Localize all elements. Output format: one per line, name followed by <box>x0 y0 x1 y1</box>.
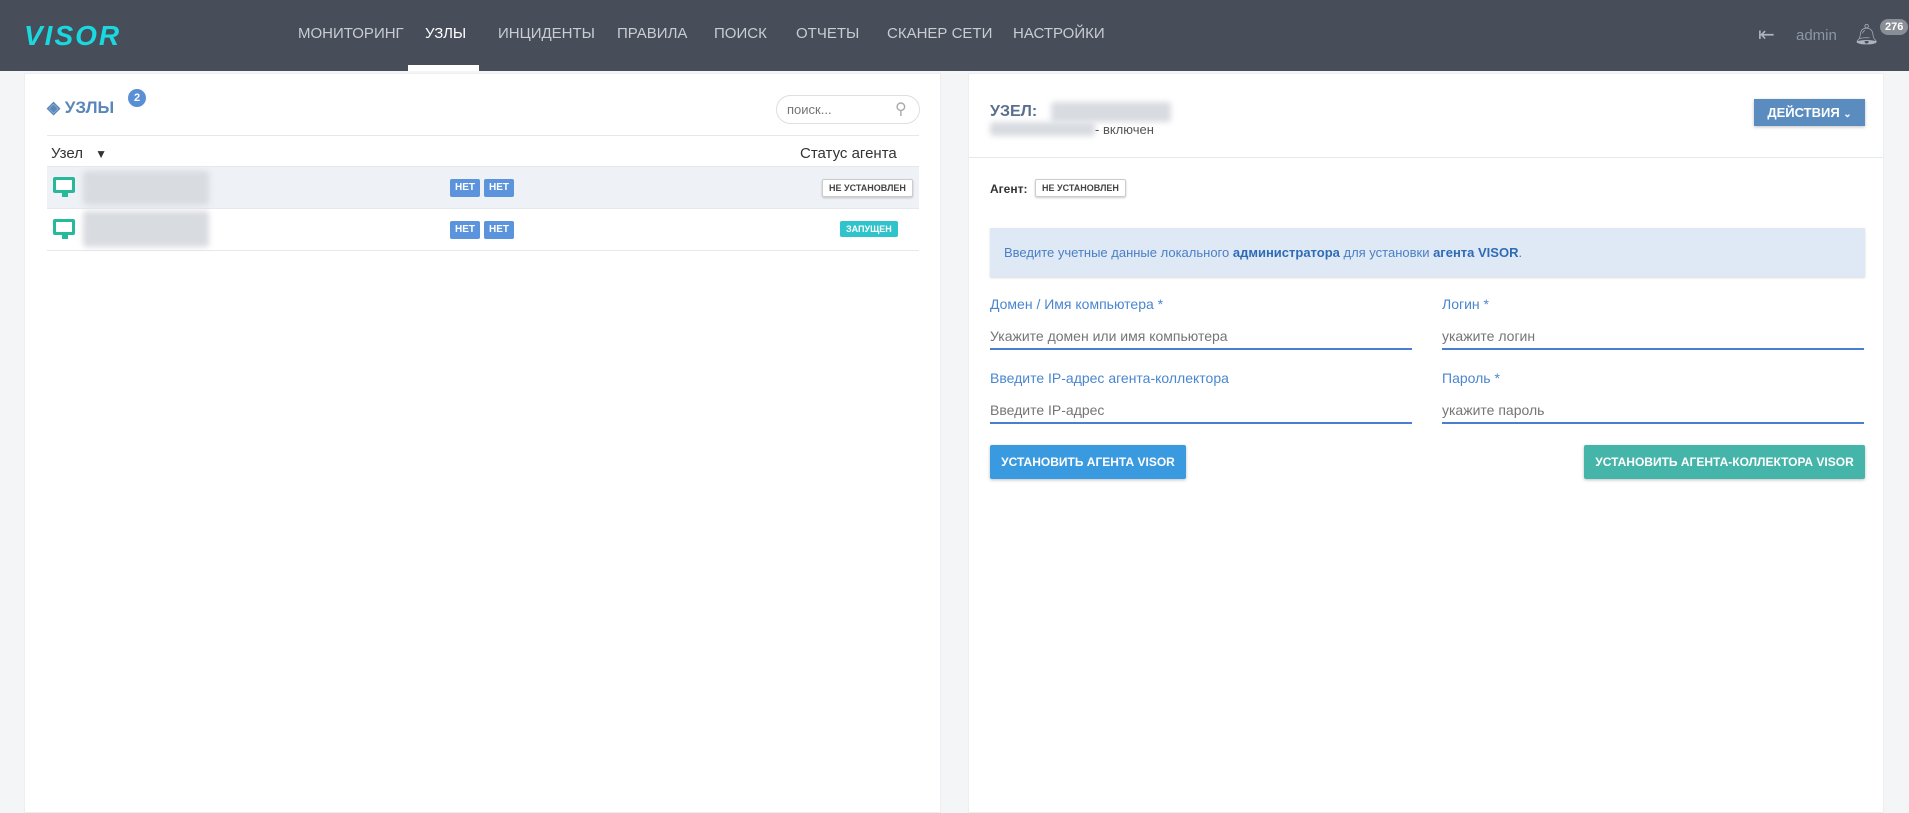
notification-count: 276 <box>1880 19 1909 35</box>
divider <box>969 157 1883 158</box>
flag-badge: НЕТ <box>484 179 514 197</box>
nodes-count-badge: 2 <box>128 89 146 107</box>
bell-icon[interactable]: 🔔︎ <box>1854 22 1879 47</box>
actions-dropdown[interactable]: ДЕЙСТВИЯ ⌄ <box>1754 99 1865 126</box>
filter-icon[interactable]: ▼ <box>95 147 107 161</box>
agent-status-badge: ЗАПУЩЕН <box>840 221 898 237</box>
nav-reports[interactable]: ОТЧЕТЫ <box>796 25 859 42</box>
nodes-panel: ◈ УЗЛЫ 2 ⚲ Узел ▼ Статус агента НЕТ НЕТ … <box>24 73 941 813</box>
node-name-redacted <box>83 171 209 205</box>
user-name[interactable]: admin <box>1796 27 1837 44</box>
agent-status-badge: НЕ УСТАНОВЛЕН <box>822 179 913 197</box>
column-header-node: Узел ▼ <box>51 145 108 162</box>
nav-search[interactable]: ПОИСК <box>714 25 767 42</box>
node-detail-panel: УЗЕЛ: - включен ДЕЙСТВИЯ ⌄ Агент: НЕ УСТ… <box>968 73 1884 813</box>
column-header-agent-status: Статус агента <box>800 145 897 162</box>
computer-icon <box>53 177 75 197</box>
flag-badge: НЕТ <box>450 179 480 197</box>
nodes-title: ◈ УЗЛЫ <box>47 98 115 117</box>
flag-badge: НЕТ <box>484 221 514 239</box>
node-state: - включен <box>1095 122 1154 137</box>
agent-status-badge: НЕ УСТАНОВЛЕН <box>1035 179 1126 197</box>
table-row[interactable]: НЕТ НЕТ ЗАПУЩЕН <box>47 209 919 251</box>
table-row[interactable]: НЕТ НЕТ НЕ УСТАНОВЛЕН <box>47 167 919 209</box>
flag-badge: НЕТ <box>450 221 480 239</box>
login-input[interactable] <box>1442 324 1864 350</box>
nav-network-scanner[interactable]: СКАНЕР СЕТИ <box>887 25 992 42</box>
computer-icon <box>53 219 75 239</box>
top-navbar: VISOR МОНИТОРИНГ УЗЛЫ ИНЦИДЕНТЫ ПРАВИЛА … <box>0 0 1909 71</box>
layers-icon: ◈ <box>47 98 65 117</box>
node-title: УЗЕЛ: <box>990 103 1038 120</box>
chevron-down-icon: ⌄ <box>1843 109 1852 120</box>
search-icon[interactable]: ⚲ <box>895 99 907 119</box>
install-agent-button[interactable]: УСТАНОВИТЬ АГЕНТА VISOR <box>990 445 1186 479</box>
domain-input[interactable] <box>990 324 1412 350</box>
nav-rules[interactable]: ПРАВИЛА <box>617 25 687 42</box>
node-name-redacted <box>83 211 209 247</box>
agent-label: Агент: <box>990 182 1028 196</box>
domain-label: Домен / Имя компьютера * <box>990 296 1164 312</box>
nav-nodes[interactable]: УЗЛЫ <box>425 25 466 42</box>
divider <box>47 135 919 136</box>
password-label: Пароль * <box>1442 370 1500 386</box>
install-collector-button[interactable]: УСТАНОВИТЬ АГЕНТА-КОЛЛЕКТОРА VISOR <box>1584 445 1865 479</box>
ip-input[interactable] <box>990 398 1412 424</box>
active-nav-indicator <box>408 65 479 71</box>
ip-label: Введите IP-адрес агента-коллектора <box>990 370 1229 386</box>
nav-incidents[interactable]: ИНЦИДЕНТЫ <box>498 25 595 42</box>
login-label: Логин * <box>1442 296 1489 312</box>
node-ip-redacted <box>990 122 1095 136</box>
node-name-redacted <box>1051 102 1171 122</box>
nav-monitoring[interactable]: МОНИТОРИНГ <box>298 25 404 42</box>
nav-settings[interactable]: НАСТРОЙКИ <box>1013 25 1105 42</box>
password-input[interactable] <box>1442 398 1864 424</box>
logout-icon[interactable]: ⇤ <box>1758 22 1775 47</box>
info-alert: Введите учетные данные локального админи… <box>990 228 1865 277</box>
visor-logo[interactable]: VISOR <box>24 20 121 52</box>
